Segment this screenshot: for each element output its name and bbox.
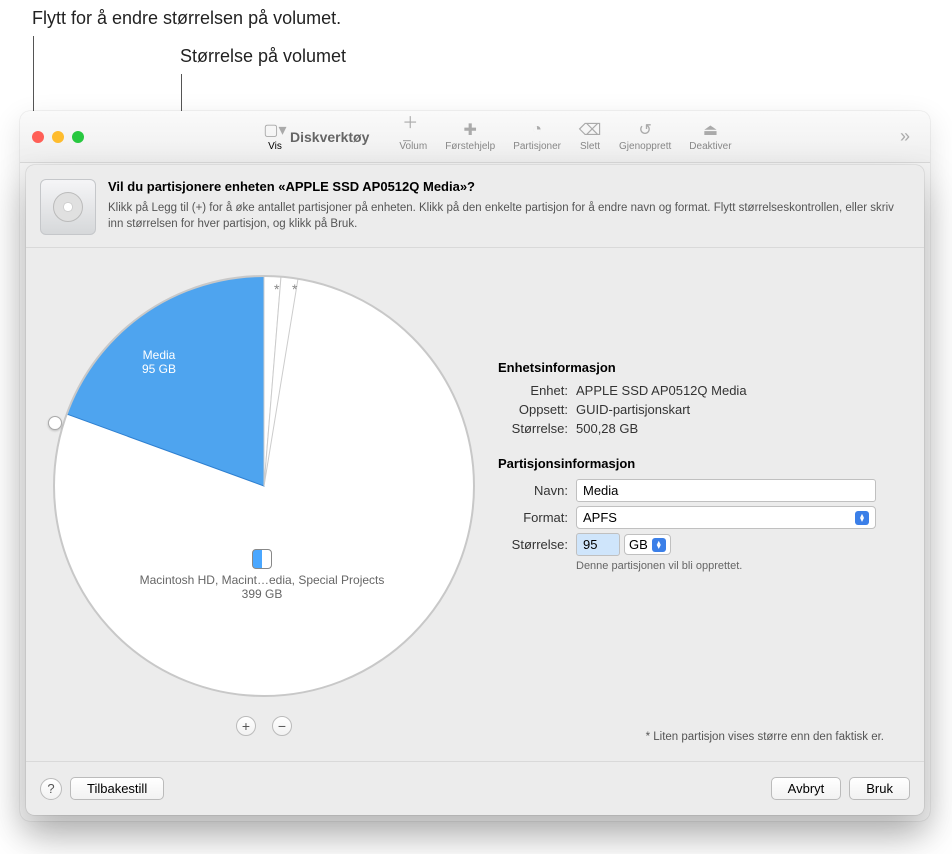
chevron-updown-icon: ▴▾ xyxy=(652,538,666,552)
name-label: Navn: xyxy=(498,483,568,498)
toolbar-restore-label: Gjenopprett xyxy=(619,141,671,152)
remove-partition-button[interactable]: − xyxy=(272,716,292,736)
device-value: APPLE SSD AP0512Q Media xyxy=(576,383,747,398)
finder-icon xyxy=(252,549,272,569)
toolbar-partition-label: Partisjoner xyxy=(513,141,561,152)
overflow-icon[interactable]: » xyxy=(892,126,918,147)
size-total-value: 500,28 GB xyxy=(576,421,638,436)
format-select[interactable]: APFS ▴▾ xyxy=(576,506,876,529)
apply-button[interactable]: Bruk xyxy=(849,777,910,800)
partition-sheet: Vil du partisjonere enheten «APPLE SSD A… xyxy=(26,165,924,815)
chevron-updown-icon: ▴▾ xyxy=(855,511,869,525)
slice-label-main: Macintosh HD, Macint…edia, Special Proje… xyxy=(122,549,402,601)
size-label: Størrelse: xyxy=(498,537,568,552)
toolbar-partition[interactable]: ◔ Partisjoner xyxy=(513,121,561,152)
add-partition-button[interactable]: + xyxy=(236,716,256,736)
layout-value: GUID-partisjonskart xyxy=(576,402,690,417)
device-info-heading: Enhetsinformasjon xyxy=(498,360,908,375)
toolbar-erase[interactable]: ⌫ Slett xyxy=(579,121,601,152)
drive-icon xyxy=(40,179,96,235)
erase-icon: ⌫ xyxy=(579,121,601,139)
small-slice-marker: * xyxy=(292,281,297,297)
layout-label: Oppsett: xyxy=(498,402,568,417)
callout-drag: Flytt for å endre størrelsen på volumet. xyxy=(32,8,341,29)
toolbar-deactivate-label: Deaktiver xyxy=(689,141,731,152)
toolbar-restore[interactable]: ↺ Gjenopprett xyxy=(619,121,671,152)
minimize-button[interactable] xyxy=(52,131,64,143)
restore-icon: ↺ xyxy=(634,121,656,139)
size-total-label: Størrelse: xyxy=(498,421,568,436)
toolbar-firstaid[interactable]: ✚ Førstehjelp xyxy=(445,121,495,152)
sheet-footer: ? Tilbakestill Avbryt Bruk xyxy=(26,761,924,815)
footnote: * Liten partisjon vises større enn den f… xyxy=(646,731,884,743)
help-button[interactable]: ? xyxy=(40,778,62,800)
toolbar-view[interactable]: ▢▾ Vis xyxy=(264,121,286,152)
cancel-button[interactable]: Avbryt xyxy=(771,777,842,800)
plus-minus-icon: ＋− xyxy=(402,121,424,139)
toolbar-erase-label: Slett xyxy=(580,141,600,152)
partition-pie[interactable]: * * Media 95 GB Macintosh HD, Macint…edi… xyxy=(42,264,486,708)
close-button[interactable] xyxy=(32,131,44,143)
toolbar-firstaid-label: Førstehjelp xyxy=(445,141,495,152)
format-value: APFS xyxy=(583,510,617,525)
reset-button[interactable]: Tilbakestill xyxy=(70,777,164,800)
sheet-title: Vil du partisjonere enheten «APPLE SSD A… xyxy=(108,179,910,194)
toolbar-view-label: Vis xyxy=(268,141,282,152)
sheet-header: Vil du partisjonere enheten «APPLE SSD A… xyxy=(26,165,924,248)
size-unit-select[interactable]: GB ▴▾ xyxy=(624,534,671,555)
name-input[interactable] xyxy=(576,479,876,502)
app-title: Diskverktøy xyxy=(290,129,369,145)
traffic-lights xyxy=(32,131,84,143)
callout-size: Størrelse på volumet xyxy=(180,46,346,67)
sheet-subtitle: Klikk på Legg til (+) for å øke antallet… xyxy=(108,200,910,232)
toolbar-volume[interactable]: ＋− Volum xyxy=(399,121,427,152)
small-slice-marker: * xyxy=(274,281,279,297)
toolbar-volume-label: Volum xyxy=(399,141,427,152)
resize-handle[interactable] xyxy=(48,416,62,430)
partition-info-heading: Partisjonsinformasjon xyxy=(498,456,908,471)
format-label: Format: xyxy=(498,510,568,525)
sidebar-icon: ▢▾ xyxy=(264,121,286,139)
partition-icon: ◔ xyxy=(526,121,548,139)
size-unit-value: GB xyxy=(629,537,648,552)
slice-label-media: Media 95 GB xyxy=(142,348,176,376)
maximize-button[interactable] xyxy=(72,131,84,143)
device-label: Enhet: xyxy=(498,383,568,398)
toolbar-deactivate[interactable]: ⏏ Deaktiver xyxy=(689,121,731,152)
partition-hint: Denne partisjonen vil bli opprettet. xyxy=(576,560,908,572)
eject-icon: ⏏ xyxy=(699,121,721,139)
size-input[interactable] xyxy=(576,533,620,556)
titlebar: ▢▾ Vis Diskverktøy ＋− Volum ✚ Førstehjel… xyxy=(20,111,930,163)
firstaid-icon: ✚ xyxy=(459,121,481,139)
